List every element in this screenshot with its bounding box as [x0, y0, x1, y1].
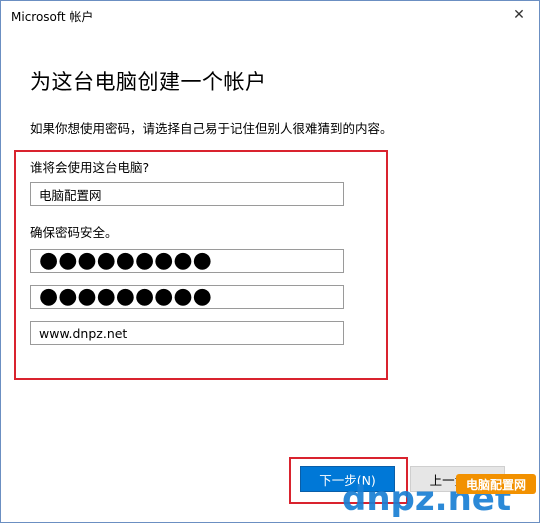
- title-bar[interactable]: Microsoft 帐户 ✕: [1, 1, 539, 29]
- page-title: 为这台电脑创建一个帐户: [30, 70, 267, 94]
- username-label: 谁将会使用这台电脑?: [30, 160, 150, 175]
- username-input[interactable]: 电脑配置网: [30, 182, 344, 206]
- watermark-badge-text: 电脑配置网: [466, 477, 526, 492]
- password-label: 确保密码安全。: [30, 225, 118, 240]
- password-hint-input[interactable]: www.dnpz.net: [30, 321, 344, 345]
- password-input[interactable]: ●●●●●●●●●: [30, 249, 344, 273]
- watermark-logo: dnpz.net 电脑配置网: [342, 474, 536, 519]
- instructions-text: 如果你想使用密码，请选择自己易于记住但别人很难猜到的内容。: [30, 121, 393, 136]
- close-icon[interactable]: ✕: [505, 3, 533, 27]
- window-title: Microsoft 帐户: [11, 10, 94, 24]
- confirm-password-input[interactable]: ●●●●●●●●●: [30, 285, 344, 309]
